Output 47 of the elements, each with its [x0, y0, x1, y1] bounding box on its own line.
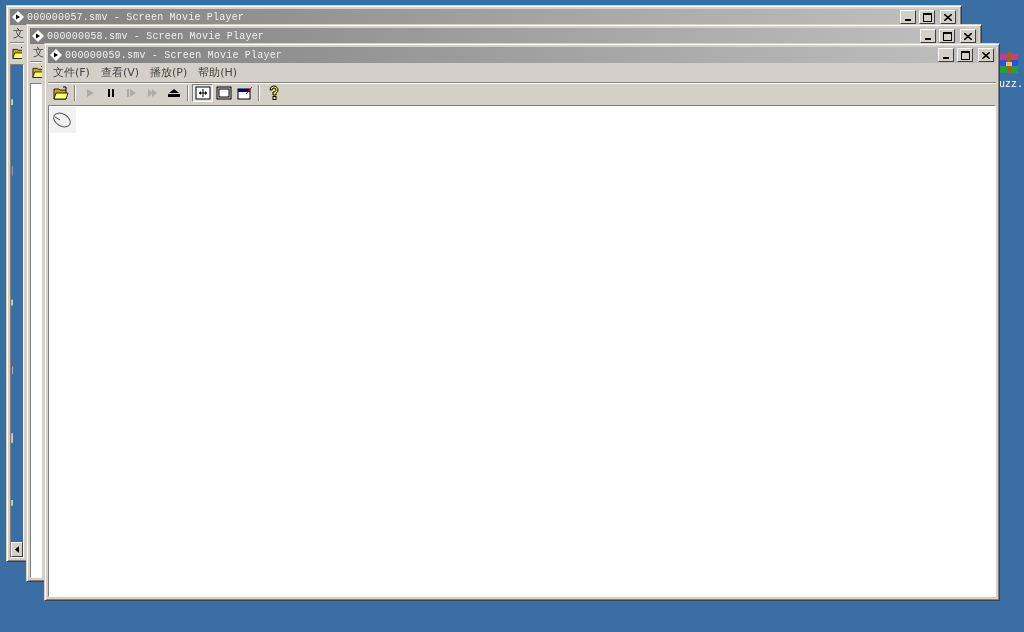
maximize-icon [942, 31, 952, 41]
archive-icon[interactable] [998, 52, 1020, 76]
maximize-button[interactable] [919, 10, 935, 24]
minimize-button[interactable] [900, 10, 916, 24]
fast-forward-icon [147, 88, 158, 98]
window-title: 000000058.smv - Screen Movie Player [47, 30, 266, 42]
maximize-button[interactable] [939, 29, 955, 43]
app-icon [32, 30, 44, 42]
toolbar-button[interactable] [234, 84, 255, 102]
left-arrow-icon [15, 546, 19, 553]
app-icon [50, 49, 62, 61]
close-button[interactable] [960, 29, 976, 43]
pause-icon [105, 88, 116, 98]
close-icon [982, 51, 990, 59]
menu-item[interactable]: 帮助(H) [198, 65, 238, 80]
step-icon [126, 88, 137, 98]
close-icon [944, 13, 952, 21]
play-icon [84, 88, 95, 98]
mouse-icon [52, 111, 74, 129]
menu-item[interactable]: 文 [13, 26, 24, 41]
close-icon [964, 32, 972, 40]
window-title: 000000059.smv - Screen Movie Player [65, 49, 284, 61]
minimize-button[interactable] [938, 48, 954, 62]
minimize-button[interactable] [920, 29, 936, 43]
frame-icon [215, 86, 232, 100]
menu-item[interactable]: 文 [33, 45, 44, 60]
window-title: 000000057.smv - Screen Movie Player [27, 11, 246, 23]
maximize-icon [922, 12, 932, 22]
folder-icon [52, 86, 69, 100]
maximize-button[interactable] [957, 48, 973, 62]
menu-item[interactable]: 播放(P) [150, 65, 188, 80]
resize-window-icon [236, 86, 253, 100]
app-icon [12, 11, 24, 23]
toolbar-button[interactable] [192, 84, 213, 102]
desktop-icon-label[interactable]: uzz. [998, 79, 1023, 90]
toolbar-button[interactable] [213, 84, 234, 102]
fit-window-icon [194, 86, 211, 100]
menu-item[interactable]: 文件(F) [53, 65, 90, 80]
maximize-icon [960, 50, 970, 60]
folder-icon [12, 45, 22, 60]
close-button[interactable] [940, 10, 956, 24]
help-icon [267, 85, 280, 101]
eject-icon [166, 88, 181, 98]
close-button[interactable] [978, 48, 994, 62]
scroll-left-button[interactable] [11, 542, 23, 557]
menu-item[interactable]: 查看(V) [100, 65, 140, 80]
toolbar-button[interactable] [50, 84, 71, 102]
